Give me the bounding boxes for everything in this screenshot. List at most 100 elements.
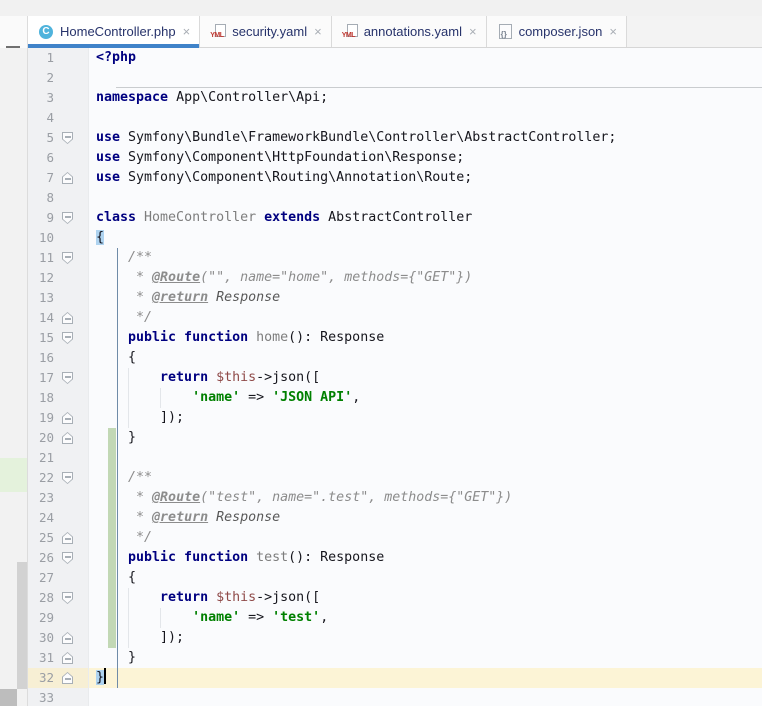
code-line-32: 32} bbox=[28, 668, 762, 688]
gutter-change-strip-cell bbox=[80, 308, 89, 328]
code-text[interactable]: { bbox=[89, 228, 762, 248]
code-text[interactable]: { bbox=[89, 568, 762, 588]
code-text[interactable]: { bbox=[89, 348, 762, 368]
fold-marker-up-icon[interactable] bbox=[62, 412, 73, 424]
code-text[interactable]: use Symfony\Bundle\FrameworkBundle\Contr… bbox=[89, 128, 762, 148]
fold-marker-up-icon[interactable] bbox=[62, 632, 73, 644]
code-text[interactable]: * @Route("test", name=".test", methods={… bbox=[89, 488, 762, 508]
margin-green-block bbox=[0, 458, 27, 492]
code-text[interactable] bbox=[89, 68, 762, 88]
gutter-change-strip-cell bbox=[80, 48, 89, 68]
editor[interactable]: 1 <?php 2 3 namespace App\Controller\Api; 4 5 u… bbox=[28, 48, 762, 706]
text-caret bbox=[104, 668, 107, 684]
code-text[interactable]: public function test(): Response bbox=[89, 548, 762, 568]
fold-marker-down-icon[interactable] bbox=[62, 252, 73, 264]
fold-marker-down-icon[interactable] bbox=[62, 552, 73, 564]
code-text[interactable]: <?php bbox=[89, 48, 762, 68]
fold-marker-up-icon[interactable] bbox=[62, 172, 73, 184]
indent-guide bbox=[160, 608, 162, 628]
tab-composer-json[interactable]: composer.json × bbox=[486, 16, 627, 47]
tab-close-icon[interactable]: × bbox=[314, 25, 322, 38]
fold-marker-down-icon[interactable] bbox=[62, 472, 73, 484]
fold-marker-down-icon[interactable] bbox=[62, 212, 73, 224]
code-text[interactable]: * @return Response bbox=[89, 508, 762, 528]
code-text[interactable]: class HomeController extends AbstractCon… bbox=[89, 208, 762, 228]
code-line-18: 18 'name' => 'JSON API', bbox=[28, 388, 762, 408]
tab-close-icon[interactable]: × bbox=[609, 25, 617, 38]
margin-gray-bar bbox=[17, 562, 27, 689]
gutter-change-strip-cell bbox=[80, 68, 89, 88]
tab-close-icon[interactable]: × bbox=[469, 25, 477, 38]
code-text[interactable] bbox=[89, 448, 762, 468]
fold-marker-down-icon[interactable] bbox=[62, 332, 73, 344]
gutter-change-strip-cell bbox=[80, 248, 89, 268]
fold-marker-part bbox=[63, 593, 72, 603]
token-decl: test bbox=[248, 550, 289, 565]
fold-marker-up-icon[interactable] bbox=[62, 652, 73, 664]
gutter-change-strip-cell bbox=[80, 688, 89, 706]
code-text[interactable]: /** bbox=[89, 248, 762, 268]
tab-annotations-yaml[interactable]: annotations.yaml × bbox=[331, 16, 487, 47]
indent-guide bbox=[128, 608, 130, 628]
minimize-icon[interactable] bbox=[6, 46, 20, 48]
code-line-27: 27 { bbox=[28, 568, 762, 588]
tab-close-icon[interactable]: × bbox=[183, 25, 191, 38]
gutter-fold-column bbox=[54, 568, 80, 588]
token-tag: @return bbox=[152, 290, 209, 305]
left-margin-tabrow bbox=[0, 16, 27, 48]
code-text[interactable]: public function home(): Response bbox=[89, 328, 762, 348]
gutter-change-strip-cell bbox=[80, 148, 89, 168]
token-kw: use bbox=[96, 170, 121, 185]
code-text[interactable]: return $this->json([ bbox=[89, 368, 762, 388]
code-text[interactable]: /** bbox=[89, 468, 762, 488]
fold-marker-up-icon[interactable] bbox=[62, 432, 73, 444]
yaml-file-icon bbox=[210, 23, 227, 40]
fold-marker-up-icon[interactable] bbox=[62, 672, 73, 684]
line-number: 1 bbox=[28, 48, 54, 68]
gutter-fold-column bbox=[54, 348, 80, 368]
fold-marker-part bbox=[64, 418, 71, 420]
token-pl: (): Response bbox=[288, 550, 385, 565]
fold-marker-down-icon[interactable] bbox=[62, 592, 73, 604]
code-text[interactable]: namespace App\Controller\Api; bbox=[89, 88, 762, 108]
line-number: 2 bbox=[28, 68, 54, 88]
code-text[interactable]: } bbox=[89, 648, 762, 668]
code-text[interactable]: } bbox=[89, 668, 762, 688]
gutter-change-strip-cell bbox=[80, 648, 89, 668]
gutter-change-strip-cell bbox=[80, 368, 89, 388]
code-text[interactable]: use Symfony\Component\HttpFoundation\Res… bbox=[89, 148, 762, 168]
token-decl: HomeController bbox=[136, 210, 265, 225]
fold-marker-down-icon[interactable] bbox=[62, 132, 73, 144]
gutter-fold-column bbox=[54, 508, 80, 528]
fold-marker-up-icon[interactable] bbox=[62, 532, 73, 544]
code-text[interactable]: 'name' => 'JSON API', bbox=[89, 388, 762, 408]
code-text[interactable]: 'name' => 'test', bbox=[89, 608, 762, 628]
code-text[interactable]: * @Route("", name="home", methods={"GET"… bbox=[89, 268, 762, 288]
fold-marker-down-icon[interactable] bbox=[62, 372, 73, 384]
code-text[interactable]: use Symfony\Component\Routing\Annotation… bbox=[89, 168, 762, 188]
code-text[interactable]: */ bbox=[89, 308, 762, 328]
code-text[interactable] bbox=[89, 108, 762, 128]
tab-HomeController-php[interactable]: HomeController.php × bbox=[28, 16, 201, 48]
gutter-change-strip-cell bbox=[80, 448, 89, 468]
code-text[interactable]: * @return Response bbox=[89, 288, 762, 308]
fold-marker-up-icon[interactable] bbox=[62, 312, 73, 324]
gutter-change-strip-cell bbox=[80, 228, 89, 248]
code-text[interactable]: ]); bbox=[89, 408, 762, 428]
code-text[interactable] bbox=[89, 188, 762, 208]
gutter-fold-column bbox=[54, 528, 80, 548]
code-line-4: 4 bbox=[28, 108, 762, 128]
code-text[interactable]: } bbox=[89, 428, 762, 448]
code-text[interactable]: return $this->json([ bbox=[89, 588, 762, 608]
code-text[interactable] bbox=[89, 688, 762, 706]
token-kw: <?php bbox=[96, 50, 137, 65]
gutter-change-strip-cell bbox=[80, 528, 89, 548]
code-text[interactable]: */ bbox=[89, 528, 762, 548]
tab-security-yaml[interactable]: security.yaml × bbox=[200, 16, 332, 47]
token-kw: public function bbox=[96, 550, 249, 565]
vcs-added-strip[interactable] bbox=[108, 428, 116, 648]
line-number: 23 bbox=[28, 488, 54, 508]
code-line-31: 31 } bbox=[28, 648, 762, 668]
gutter-change-strip-cell bbox=[80, 488, 89, 508]
code-text[interactable]: ]); bbox=[89, 628, 762, 648]
